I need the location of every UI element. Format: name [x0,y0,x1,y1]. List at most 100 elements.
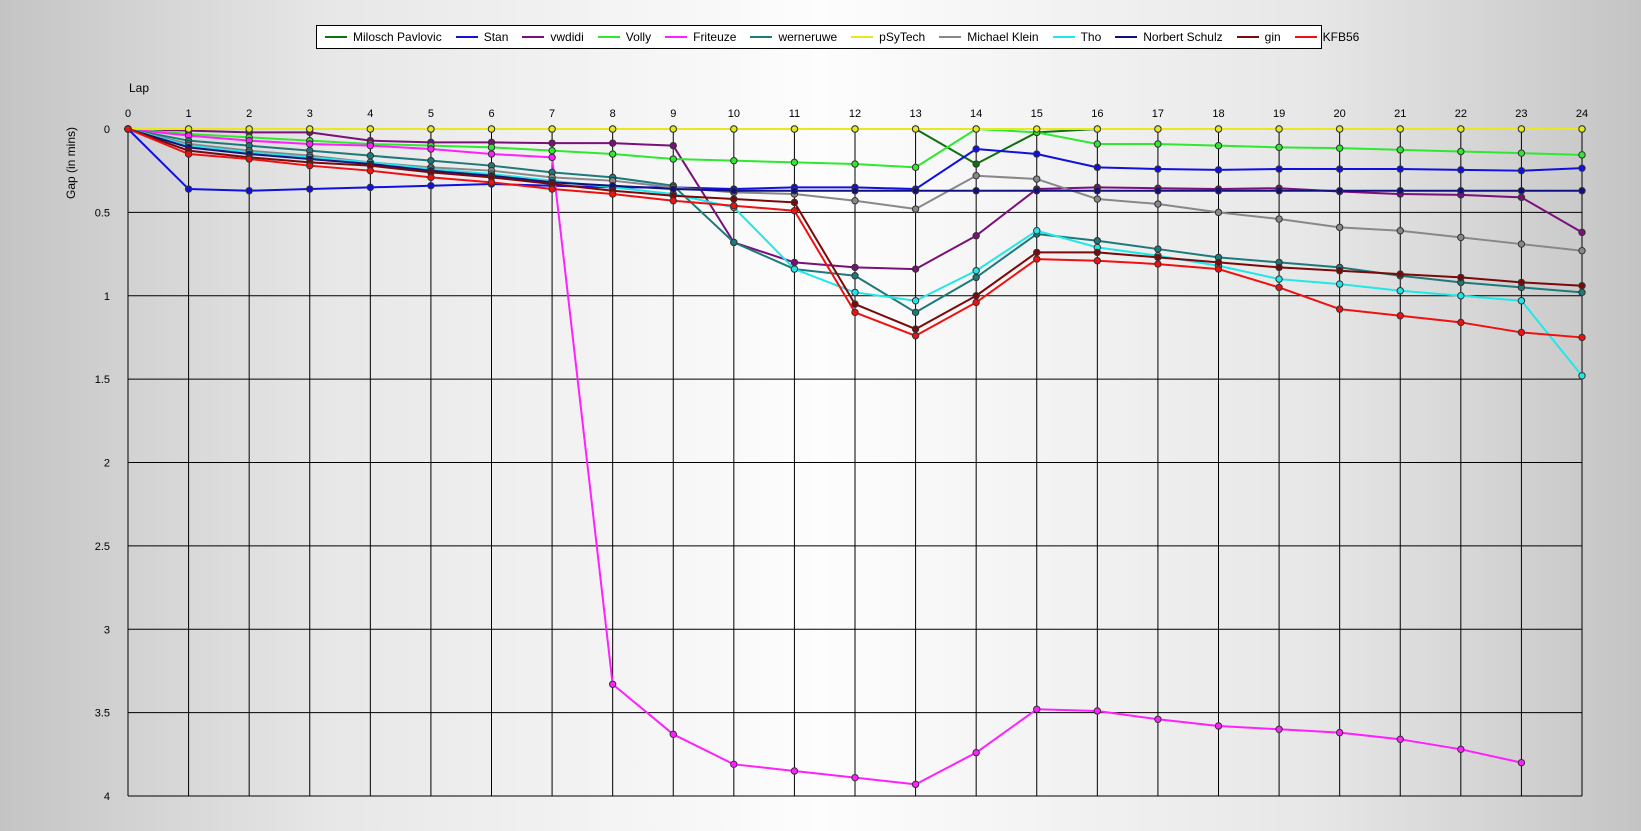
data-point [1093,186,1102,195]
data-point [1154,715,1162,723]
data-point [608,125,617,133]
data-point [1033,125,1041,133]
data-point [1457,186,1465,195]
x-tick-labels: 0 1 2 3 4 5 6 7 8 9 10 11 12 13 14 15 16 17 18 19 20 21 22 23 24 [125,108,1588,120]
data-point [1517,328,1526,337]
x-tick-label: 19 [1273,108,1285,120]
data-point [366,166,375,175]
data-point [730,202,738,210]
data-point [1093,140,1102,148]
data-point [972,186,980,195]
data-point [1214,186,1223,195]
data-point [730,186,738,195]
data-point [487,125,496,133]
data-point [427,125,435,133]
data-point [1335,223,1344,232]
data-point [1275,725,1283,733]
y-tick-label: 3 [104,624,110,636]
y-tick-label: 2.5 [95,541,110,553]
x-tick-label: 10 [728,108,740,120]
data-point [790,198,799,207]
line-chart: 0 1 2 3 4 5 6 7 8 9 10 11 12 13 14 15 16 17 18 19 20 21 22 23 24… [64,81,1588,803]
data-point [730,156,738,165]
data-point [851,263,859,272]
data-point [427,173,435,182]
data-point [184,185,193,193]
data-point [1093,195,1102,203]
data-point [608,150,617,158]
data-point [669,730,677,739]
data-point [1093,707,1102,715]
data-point [1335,728,1344,737]
data-point [1517,186,1526,195]
data-point [1275,165,1283,173]
data-point [1335,280,1344,288]
data-point [790,158,799,167]
data-point [1335,305,1344,313]
data-point [1214,258,1223,267]
data-point [1396,146,1404,154]
data-point [911,186,920,195]
data-point [1457,125,1465,133]
y-tick-label: 2 [104,458,110,470]
data-point [245,186,253,195]
data-point [1396,125,1404,133]
data-point [1578,164,1586,172]
y-tick-label: 3.5 [95,708,110,720]
data-point [1578,372,1586,380]
x-tick-label: 15 [1031,108,1043,120]
data-point [851,300,859,308]
data-point [1578,125,1586,133]
data-point [1033,175,1041,183]
data-point [1578,151,1586,159]
data-point [1154,165,1162,173]
data-point [790,265,799,273]
data-point [730,125,738,133]
data-point [1214,208,1223,217]
data-point [1154,253,1162,262]
data-point [487,150,496,158]
data-point [790,125,799,133]
y-tick-label: 1 [104,291,110,303]
data-point [911,265,920,273]
data-point [427,156,435,165]
data-point [1275,186,1283,195]
data-point [1396,186,1404,195]
data-point [548,146,556,155]
x-tick-label: 5 [428,108,434,120]
data-point [608,680,617,688]
data-point [1093,237,1102,245]
x-tick-label: 1 [186,108,192,120]
data-point [972,232,980,240]
data-point [972,292,980,300]
data-point [1457,745,1465,754]
y-tick-label: 0 [104,124,110,136]
data-point [1578,282,1586,290]
data-point [427,145,435,153]
data-point [1093,163,1102,172]
data-point [1396,287,1404,295]
data-point [1517,125,1526,133]
data-point [1154,260,1162,268]
data-point [366,125,375,133]
data-point [972,267,980,275]
data-point [851,186,859,195]
data-point [1214,166,1223,174]
data-point [184,150,193,158]
data-point [1214,125,1223,133]
data-point [366,151,375,160]
data-point [306,140,314,148]
x-tick-label: 12 [849,108,861,120]
data-point [1396,270,1404,278]
data-point [1335,125,1344,133]
x-tick-label: 7 [549,108,555,120]
data-point [1396,312,1404,320]
data-point [1335,144,1344,152]
x-tick-label: 24 [1576,108,1588,120]
data-point [972,160,980,168]
data-point [790,186,799,195]
data-point [1517,149,1526,157]
x-tick-label: 21 [1394,108,1406,120]
data-point [911,780,920,789]
x-tick-label: 23 [1515,108,1527,120]
